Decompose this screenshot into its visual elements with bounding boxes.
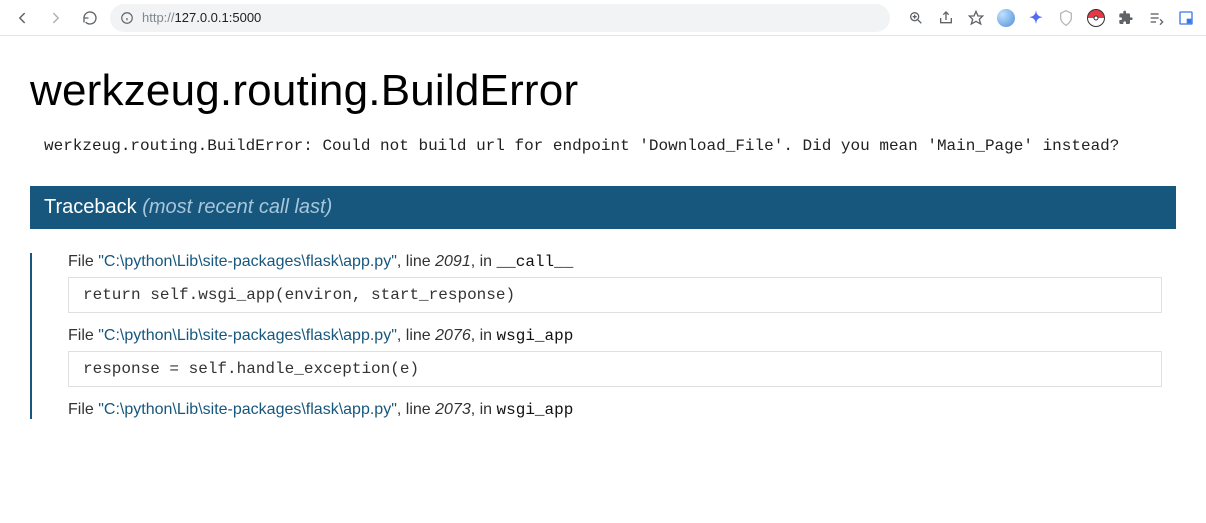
traceback-subheader: (most recent call last) xyxy=(142,196,332,218)
extension-icon-1[interactable] xyxy=(994,6,1018,30)
extension-icon-2[interactable]: ✦ xyxy=(1024,6,1048,30)
extension-icon-3[interactable] xyxy=(1054,6,1078,30)
devtools-toggle-icon[interactable] xyxy=(1174,6,1198,30)
frame-location: File "C:\python\Lib\site-packages\flask\… xyxy=(68,253,1162,271)
zoom-icon[interactable] xyxy=(904,6,928,30)
exception-message: werkzeug.routing.BuildError: Could not b… xyxy=(44,134,1144,158)
url-host: 127.0.0.1:5000 xyxy=(175,10,262,25)
traceback-frame[interactable]: File "C:\python\Lib\site-packages\flask\… xyxy=(32,327,1176,387)
traceback-header[interactable]: Traceback (most recent call last) xyxy=(30,186,1176,229)
frame-code[interactable]: response = self.handle_exception(e) xyxy=(68,351,1162,387)
traceback-frames: File "C:\python\Lib\site-packages\flask\… xyxy=(30,253,1176,419)
url-text: http://127.0.0.1:5000 xyxy=(142,10,261,25)
forward-button[interactable] xyxy=(42,4,70,32)
traceback-header-text: Traceback xyxy=(44,196,137,218)
exception-title: werkzeug.routing.BuildError xyxy=(30,66,1176,116)
address-bar[interactable]: http://127.0.0.1:5000 xyxy=(110,4,890,32)
extension-icon-4[interactable] xyxy=(1084,6,1108,30)
frame-code[interactable]: return self.wsgi_app(environ, start_resp… xyxy=(68,277,1162,313)
back-button[interactable] xyxy=(8,4,36,32)
bookmark-star-icon[interactable] xyxy=(964,6,988,30)
page-content: werkzeug.routing.BuildError werkzeug.rou… xyxy=(0,36,1206,473)
traceback-frame[interactable]: File "C:\python\Lib\site-packages\flask\… xyxy=(32,401,1176,419)
extensions-button[interactable] xyxy=(1114,6,1138,30)
frame-location: File "C:\python\Lib\site-packages\flask\… xyxy=(68,401,1162,419)
frame-location: File "C:\python\Lib\site-packages\flask\… xyxy=(68,327,1162,345)
site-info-icon[interactable] xyxy=(120,11,134,25)
traceback-frame[interactable]: File "C:\python\Lib\site-packages\flask\… xyxy=(32,253,1176,313)
reload-button[interactable] xyxy=(76,4,104,32)
url-scheme: http:// xyxy=(142,10,175,25)
share-icon[interactable] xyxy=(934,6,958,30)
browser-toolbar: http://127.0.0.1:5000 ✦ xyxy=(0,0,1206,36)
reading-list-icon[interactable] xyxy=(1144,6,1168,30)
